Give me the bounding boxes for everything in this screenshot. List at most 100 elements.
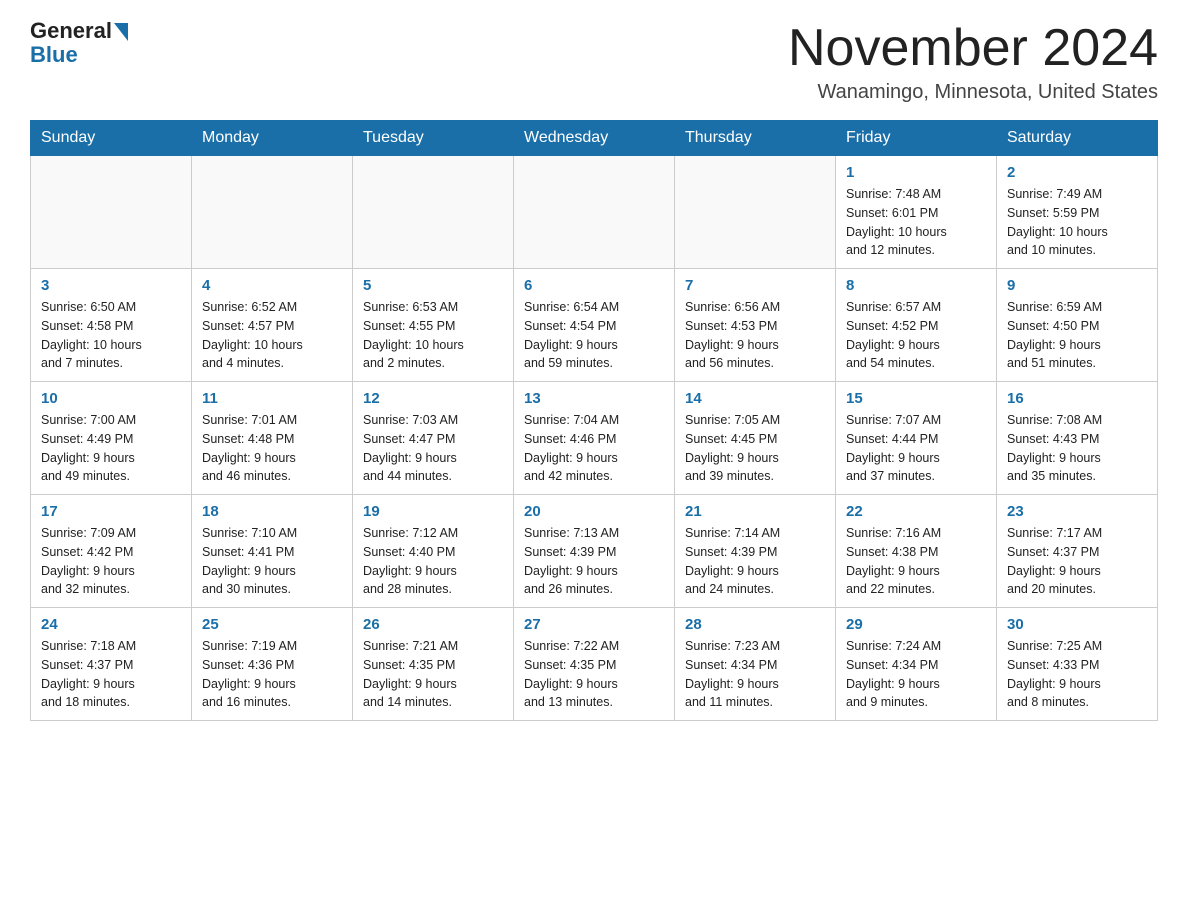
- day-number: 14: [685, 390, 825, 407]
- day-number: 21: [685, 503, 825, 520]
- calendar-cell: [192, 156, 353, 269]
- day-detail: Sunrise: 7:24 AM Sunset: 4:34 PM Dayligh…: [846, 637, 986, 712]
- day-number: 19: [363, 503, 503, 520]
- day-number: 15: [846, 390, 986, 407]
- day-number: 4: [202, 277, 342, 294]
- day-detail: Sunrise: 7:23 AM Sunset: 4:34 PM Dayligh…: [685, 637, 825, 712]
- logo-blue: Blue: [30, 42, 78, 68]
- calendar-cell: 16Sunrise: 7:08 AM Sunset: 4:43 PM Dayli…: [997, 382, 1158, 495]
- calendar-cell: 8 Sunrise: 6:57 AM Sunset: 4:52 PM Daylig…: [836, 269, 997, 382]
- calendar-cell: 5 Sunrise: 6:53 AM Sunset: 4:55 PM Daylig…: [353, 269, 514, 382]
- day-detail: Sunrise: 6:52 AM Sunset: 4:57 PM Dayligh…: [202, 298, 342, 373]
- weekday-header-sunday: Sunday: [31, 121, 192, 156]
- day-number: 28: [685, 616, 825, 633]
- calendar-week-4: 17 Sunrise: 7:09 AM Sunset: 4:42 PM Dayli…: [31, 495, 1158, 608]
- calendar-cell: 18 Sunrise: 7:10 AM Sunset: 4:41 PM Dayli…: [192, 495, 353, 608]
- day-number: 9: [1007, 277, 1147, 294]
- calendar-cell: 24 Sunrise: 7:18 AM Sunset: 4:37 PM Dayli…: [31, 608, 192, 721]
- day-detail: Sunrise: 7:01 AM Sunset: 4:48 PM Dayligh…: [202, 411, 342, 486]
- weekday-header-row: SundayMondayTuesdayWednesdayThursdayFrid…: [31, 121, 1158, 156]
- day-detail: Sunrise: 7:09 AM Sunset: 4:42 PM Dayligh…: [41, 524, 181, 599]
- calendar-table: SundayMondayTuesdayWednesdayThursdayFrid…: [30, 120, 1158, 721]
- day-number: 12: [363, 390, 503, 407]
- day-number: 26: [363, 616, 503, 633]
- day-detail: Sunrise: 7:13 AM Sunset: 4:39 PM Dayligh…: [524, 524, 664, 599]
- day-detail: Sunrise: 7:25 AM Sunset: 4:33 PM Dayligh…: [1007, 637, 1147, 712]
- calendar-cell: 11Sunrise: 7:01 AM Sunset: 4:48 PM Dayli…: [192, 382, 353, 495]
- logo-general: General: [30, 20, 112, 42]
- day-detail: Sunrise: 6:50 AM Sunset: 4:58 PM Dayligh…: [41, 298, 181, 373]
- calendar-cell: [31, 156, 192, 269]
- weekday-header-friday: Friday: [836, 121, 997, 156]
- day-detail: Sunrise: 7:03 AM Sunset: 4:47 PM Dayligh…: [363, 411, 503, 486]
- calendar-cell: [675, 156, 836, 269]
- calendar-cell: 21 Sunrise: 7:14 AM Sunset: 4:39 PM Dayli…: [675, 495, 836, 608]
- calendar-cell: 14 Sunrise: 7:05 AM Sunset: 4:45 PM Dayli…: [675, 382, 836, 495]
- calendar-cell: 2Sunrise: 7:49 AM Sunset: 5:59 PM Daylig…: [997, 156, 1158, 269]
- calendar-cell: 20Sunrise: 7:13 AM Sunset: 4:39 PM Dayli…: [514, 495, 675, 608]
- day-number: 7: [685, 277, 825, 294]
- title-block: November 2024 Wanamingo, Minnesota, Unit…: [788, 20, 1158, 104]
- calendar-cell: 15 Sunrise: 7:07 AM Sunset: 4:44 PM Dayli…: [836, 382, 997, 495]
- day-detail: Sunrise: 6:56 AM Sunset: 4:53 PM Dayligh…: [685, 298, 825, 373]
- calendar-header: SundayMondayTuesdayWednesdayThursdayFrid…: [31, 121, 1158, 156]
- day-number: 17: [41, 503, 181, 520]
- day-number: 30: [1007, 616, 1147, 633]
- day-detail: Sunrise: 6:53 AM Sunset: 4:55 PM Dayligh…: [363, 298, 503, 373]
- calendar-cell: 29Sunrise: 7:24 AM Sunset: 4:34 PM Dayli…: [836, 608, 997, 721]
- day-detail: Sunrise: 7:07 AM Sunset: 4:44 PM Dayligh…: [846, 411, 986, 486]
- calendar-cell: 9 Sunrise: 6:59 AM Sunset: 4:50 PM Daylig…: [997, 269, 1158, 382]
- page-header: General Blue November 2024 Wanamingo, Mi…: [30, 20, 1158, 104]
- calendar-week-3: 10Sunrise: 7:00 AM Sunset: 4:49 PM Dayli…: [31, 382, 1158, 495]
- weekday-header-monday: Monday: [192, 121, 353, 156]
- day-number: 5: [363, 277, 503, 294]
- day-number: 24: [41, 616, 181, 633]
- day-number: 8: [846, 277, 986, 294]
- day-number: 18: [202, 503, 342, 520]
- calendar-cell: 19 Sunrise: 7:12 AM Sunset: 4:40 PM Dayli…: [353, 495, 514, 608]
- calendar-cell: 3 Sunrise: 6:50 AM Sunset: 4:58 PM Daylig…: [31, 269, 192, 382]
- calendar-week-2: 3 Sunrise: 6:50 AM Sunset: 4:58 PM Daylig…: [31, 269, 1158, 382]
- calendar-cell: 25Sunrise: 7:19 AM Sunset: 4:36 PM Dayli…: [192, 608, 353, 721]
- calendar-cell: 10Sunrise: 7:00 AM Sunset: 4:49 PM Dayli…: [31, 382, 192, 495]
- calendar-cell: 12 Sunrise: 7:03 AM Sunset: 4:47 PM Dayli…: [353, 382, 514, 495]
- day-detail: Sunrise: 7:05 AM Sunset: 4:45 PM Dayligh…: [685, 411, 825, 486]
- day-detail: Sunrise: 7:10 AM Sunset: 4:41 PM Dayligh…: [202, 524, 342, 599]
- weekday-header-wednesday: Wednesday: [514, 121, 675, 156]
- day-detail: Sunrise: 7:19 AM Sunset: 4:36 PM Dayligh…: [202, 637, 342, 712]
- day-detail: Sunrise: 7:14 AM Sunset: 4:39 PM Dayligh…: [685, 524, 825, 599]
- calendar-body: 1Sunrise: 7:48 AM Sunset: 6:01 PM Daylig…: [31, 156, 1158, 721]
- weekday-header-saturday: Saturday: [997, 121, 1158, 156]
- day-number: 13: [524, 390, 664, 407]
- day-detail: Sunrise: 7:00 AM Sunset: 4:49 PM Dayligh…: [41, 411, 181, 486]
- logo: General Blue: [30, 20, 128, 68]
- calendar-cell: 7 Sunrise: 6:56 AM Sunset: 4:53 PM Daylig…: [675, 269, 836, 382]
- calendar-cell: 28 Sunrise: 7:23 AM Sunset: 4:34 PM Dayli…: [675, 608, 836, 721]
- day-number: 16: [1007, 390, 1147, 407]
- weekday-header-tuesday: Tuesday: [353, 121, 514, 156]
- calendar-cell: 1Sunrise: 7:48 AM Sunset: 6:01 PM Daylig…: [836, 156, 997, 269]
- day-detail: Sunrise: 7:18 AM Sunset: 4:37 PM Dayligh…: [41, 637, 181, 712]
- day-number: 3: [41, 277, 181, 294]
- calendar-week-5: 24 Sunrise: 7:18 AM Sunset: 4:37 PM Dayli…: [31, 608, 1158, 721]
- calendar-cell: 23Sunrise: 7:17 AM Sunset: 4:37 PM Dayli…: [997, 495, 1158, 608]
- day-detail: Sunrise: 7:22 AM Sunset: 4:35 PM Dayligh…: [524, 637, 664, 712]
- day-number: 27: [524, 616, 664, 633]
- calendar-cell: 6 Sunrise: 6:54 AM Sunset: 4:54 PM Daylig…: [514, 269, 675, 382]
- weekday-header-thursday: Thursday: [675, 121, 836, 156]
- calendar-cell: [514, 156, 675, 269]
- day-detail: Sunrise: 7:12 AM Sunset: 4:40 PM Dayligh…: [363, 524, 503, 599]
- calendar-cell: 30 Sunrise: 7:25 AM Sunset: 4:33 PM Dayli…: [997, 608, 1158, 721]
- day-number: 1: [846, 164, 986, 181]
- day-detail: Sunrise: 7:04 AM Sunset: 4:46 PM Dayligh…: [524, 411, 664, 486]
- day-detail: Sunrise: 7:21 AM Sunset: 4:35 PM Dayligh…: [363, 637, 503, 712]
- day-number: 2: [1007, 164, 1147, 181]
- logo-arrow-icon: [114, 23, 128, 41]
- calendar-cell: 26 Sunrise: 7:21 AM Sunset: 4:35 PM Dayli…: [353, 608, 514, 721]
- day-detail: Sunrise: 6:54 AM Sunset: 4:54 PM Dayligh…: [524, 298, 664, 373]
- day-detail: Sunrise: 6:57 AM Sunset: 4:52 PM Dayligh…: [846, 298, 986, 373]
- month-title: November 2024: [788, 20, 1158, 77]
- day-detail: Sunrise: 6:59 AM Sunset: 4:50 PM Dayligh…: [1007, 298, 1147, 373]
- day-number: 6: [524, 277, 664, 294]
- calendar-cell: 17 Sunrise: 7:09 AM Sunset: 4:42 PM Dayli…: [31, 495, 192, 608]
